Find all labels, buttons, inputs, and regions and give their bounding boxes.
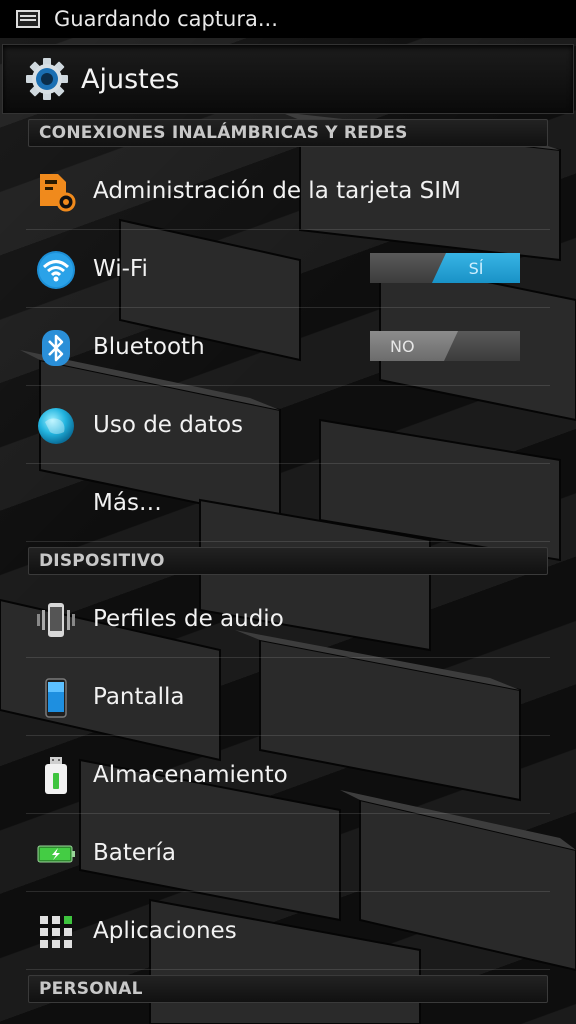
settings-item-storage[interactable]: Almacenamiento (26, 736, 550, 814)
settings-item-apps[interactable]: Aplicaciones (26, 892, 550, 970)
data-usage-label: Uso de datos (93, 411, 244, 438)
wifi-toggle-state: SÍ (432, 253, 520, 283)
bluetooth-icon (42, 330, 70, 366)
wifi-toggle[interactable]: SÍ (370, 253, 520, 283)
apps-label: Aplicaciones (93, 917, 237, 944)
apps-grid-icon (40, 916, 72, 948)
settings-item-sim[interactable]: Administración de la tarjeta SIM (26, 152, 550, 230)
storage-label: Almacenamiento (93, 761, 288, 788)
status-text: Guardando captura... (54, 7, 278, 31)
settings-item-display[interactable]: Pantalla (26, 658, 550, 736)
battery-label: Batería (93, 839, 176, 866)
status-bar: Guardando captura... (0, 0, 576, 38)
battery-icon (37, 845, 75, 863)
settings-item-audio-profiles[interactable]: Perfiles de audio (26, 580, 550, 658)
bluetooth-label: Bluetooth (93, 333, 205, 360)
page-title: Ajustes (81, 63, 180, 95)
display-label: Pantalla (93, 683, 185, 710)
settings-item-wifi[interactable]: Wi-Fi SÍ (26, 230, 550, 308)
more-label: Más… (93, 489, 162, 516)
wifi-icon (37, 251, 75, 289)
audio-profiles-icon (37, 603, 75, 637)
bluetooth-toggle-state: NO (370, 331, 458, 361)
storage-icon (45, 757, 67, 794)
sim-card-icon (40, 174, 76, 212)
audio-profiles-label: Perfiles de audio (93, 605, 284, 632)
section-header-personal: PERSONAL (28, 975, 548, 1003)
data-usage-icon (38, 408, 74, 444)
settings-item-battery[interactable]: Batería (26, 814, 550, 892)
settings-gear-icon[interactable] (25, 57, 69, 101)
bluetooth-toggle[interactable]: NO (370, 331, 520, 361)
screenshot-icon (16, 10, 40, 28)
action-bar: Ajustes (2, 44, 574, 114)
section-header-wireless: CONEXIONES INALÁMBRICAS Y REDES (28, 119, 548, 147)
settings-item-data-usage[interactable]: Uso de datos (26, 386, 550, 464)
display-icon (45, 678, 67, 718)
settings-item-more[interactable]: Más… (26, 464, 550, 542)
settings-item-bluetooth[interactable]: Bluetooth NO (26, 308, 550, 386)
sim-label: Administración de la tarjeta SIM (93, 177, 461, 204)
section-header-device: DISPOSITIVO (28, 547, 548, 575)
wifi-label: Wi-Fi (93, 255, 148, 282)
